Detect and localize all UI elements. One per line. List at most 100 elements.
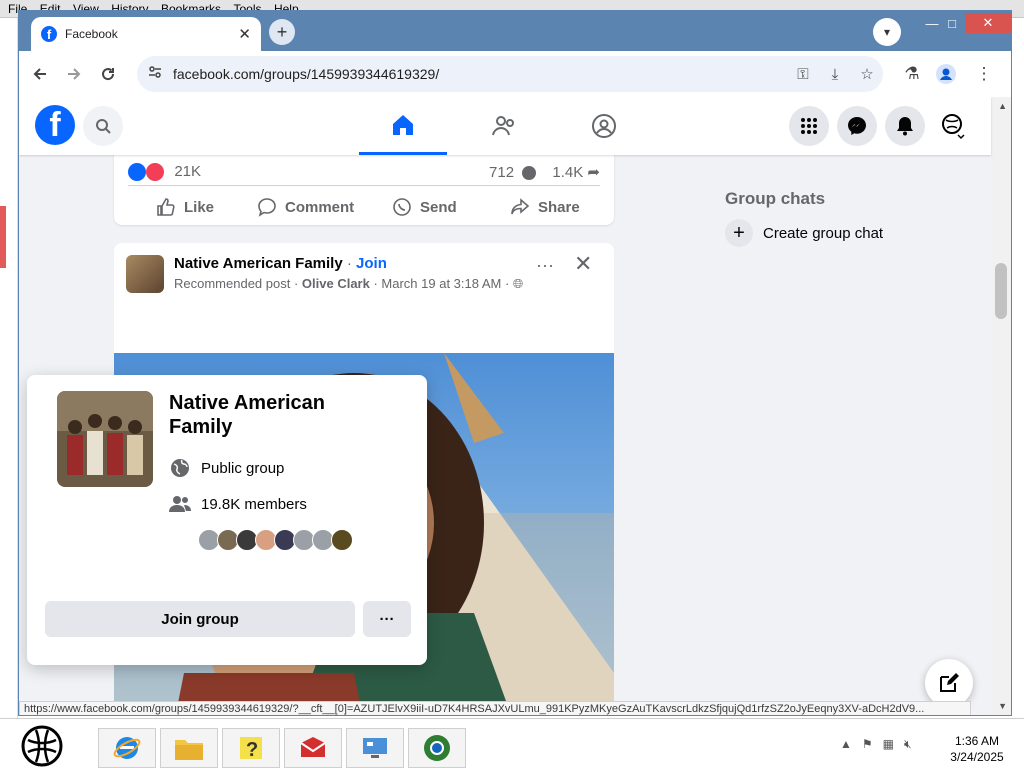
install-app-icon[interactable]: ⤓ xyxy=(819,66,851,83)
messenger-icon xyxy=(848,117,866,135)
notifications-button[interactable] xyxy=(885,106,925,146)
chrome-icon xyxy=(424,735,450,761)
send-button[interactable]: Send xyxy=(392,193,457,221)
members-row: 19.8K members xyxy=(169,493,307,515)
facebook-header: f xyxy=(19,97,991,155)
globe-icon xyxy=(169,457,191,479)
post-options-button[interactable]: ··· xyxy=(536,255,554,276)
globe-icon: 🌐︎ xyxy=(512,276,524,291)
join-link[interactable]: Join xyxy=(356,255,387,272)
post-subtitle: Recommended post · Olive Clark · March 1… xyxy=(174,276,524,291)
tab-search-button[interactable]: ▾ xyxy=(873,18,901,46)
taskbar-internet-explorer[interactable] xyxy=(98,728,156,768)
tab-strip: f Facebook ✕ + ▾ — □ ✕ xyxy=(19,11,1011,51)
nav-friends-tab[interactable] xyxy=(460,97,548,155)
group-chats-heading: Group chats xyxy=(725,189,826,208)
folder-icon xyxy=(175,740,203,760)
messenger-button[interactable] xyxy=(837,106,877,146)
taskbar-chrome[interactable] xyxy=(408,728,466,768)
bell-icon xyxy=(897,117,913,136)
create-group-chat-button[interactable]: + Create group chat xyxy=(725,219,883,247)
password-key-icon[interactable]: ⚿ xyxy=(787,66,819,83)
start-button-icon[interactable] xyxy=(20,724,64,768)
reload-button[interactable] xyxy=(91,57,125,91)
join-group-button[interactable]: Join group xyxy=(45,601,355,637)
hide-post-close-icon[interactable]: ✕ xyxy=(574,251,592,277)
compose-icon xyxy=(940,673,959,692)
group-hover-card: Native American Family Public group 19.8… xyxy=(27,375,427,665)
tab-facebook[interactable]: f Facebook ✕ xyxy=(31,17,261,51)
network-icon[interactable]: ▦ xyxy=(883,737,894,752)
new-message-button[interactable] xyxy=(925,659,973,707)
address-bar[interactable]: facebook.com/groups/1459939344619329/ ⚿ … xyxy=(137,56,883,92)
like-reaction-icon xyxy=(128,163,146,182)
tab-title: Facebook xyxy=(65,27,118,41)
window-close-button[interactable]: ✕ xyxy=(965,13,1011,33)
url-text[interactable]: facebook.com/groups/1459939344619329/ xyxy=(173,66,787,82)
taskbar-file-explorer[interactable] xyxy=(160,728,218,768)
flag-icon[interactable]: ⚑ xyxy=(862,737,873,752)
maximize-button[interactable]: □ xyxy=(937,13,967,33)
nav-groups-tab[interactable] xyxy=(560,97,648,155)
menu-grid-button[interactable] xyxy=(789,106,829,146)
plus-icon: + xyxy=(725,219,753,247)
volume-muted-icon[interactable]: 🔇︎ xyxy=(904,737,912,752)
new-tab-button[interactable]: + xyxy=(269,19,295,45)
taskbar-help[interactable]: ? xyxy=(222,728,280,768)
divider xyxy=(128,185,600,186)
whatsapp-send-icon xyxy=(393,198,411,216)
more-options-button[interactable]: ··· xyxy=(363,601,411,637)
post-stats: 21K 712 1.4K ➦ xyxy=(128,163,600,182)
share-icon xyxy=(511,198,530,215)
member-avatars xyxy=(198,529,353,551)
nav-home-tab[interactable] xyxy=(359,97,447,155)
facebook-page: f 21K 712 1.4K ➦ Like Comment Send Share… xyxy=(19,97,1011,715)
search-icon[interactable] xyxy=(83,106,123,146)
love-reaction-icon xyxy=(146,163,165,182)
separator-dot: · xyxy=(346,255,352,272)
help-icon: ? xyxy=(240,737,262,761)
red-app-icon xyxy=(300,737,326,757)
group-name-link[interactable]: Native American Family xyxy=(174,255,343,272)
site-info-icon[interactable] xyxy=(147,64,163,85)
home-icon xyxy=(393,114,413,135)
background-window-edge xyxy=(0,18,18,720)
share-arrow-icon: ➦ xyxy=(587,164,600,181)
author-link[interactable]: Olive Clark xyxy=(302,276,370,291)
share-button[interactable]: Share xyxy=(510,193,580,221)
taskbar-app-red[interactable] xyxy=(284,728,342,768)
taskbar: ? ▲ ⚑ ▦ 🔇︎ 1:36 AM 3/24/2025 xyxy=(0,718,1024,768)
taskbar-control-panel[interactable] xyxy=(346,728,404,768)
group-avatar[interactable] xyxy=(126,255,164,293)
labs-flask-icon[interactable]: ⚗ xyxy=(895,57,929,91)
account-avatar[interactable] xyxy=(933,106,973,146)
forward-button[interactable] xyxy=(57,57,91,91)
privacy-row: Public group xyxy=(169,457,284,479)
group-cover-photo[interactable] xyxy=(57,391,153,487)
member-avatar[interactable] xyxy=(331,529,353,551)
browser-window: f Facebook ✕ + ▾ — □ ✕ facebook.com/grou… xyxy=(18,10,1012,716)
svg-text:?: ? xyxy=(246,739,258,761)
show-hidden-icons-icon[interactable]: ▲ xyxy=(840,737,852,752)
share-count[interactable]: 1.4K xyxy=(552,164,583,181)
back-button[interactable] xyxy=(23,57,57,91)
clock[interactable]: 1:36 AM 3/24/2025 xyxy=(942,733,1012,765)
hover-card-title[interactable]: Native American Family xyxy=(169,391,379,439)
page-scrollbar[interactable]: ▲ ▼ xyxy=(991,97,1011,715)
grid-icon xyxy=(801,118,817,134)
close-tab-icon[interactable]: ✕ xyxy=(238,25,251,43)
scrollbar-thumb[interactable] xyxy=(995,263,1007,319)
facebook-logo-icon[interactable]: f xyxy=(35,105,75,145)
scroll-up-arrow-icon[interactable]: ▲ xyxy=(998,101,1007,111)
comment-button[interactable]: Comment xyxy=(257,193,354,221)
like-icon xyxy=(157,198,175,216)
post-date-link[interactable]: March 19 at 3:18 AM xyxy=(381,276,501,291)
reaction-count[interactable]: 21K xyxy=(174,163,201,180)
profile-icon[interactable] xyxy=(929,57,963,91)
bookmark-star-icon[interactable]: ☆ xyxy=(851,65,883,83)
scroll-down-arrow-icon[interactable]: ▼ xyxy=(998,701,1007,711)
comment-count[interactable]: 712 xyxy=(489,164,514,181)
recommended-label: Recommended post xyxy=(174,276,291,291)
like-button[interactable]: Like xyxy=(156,193,214,221)
browser-menu-icon[interactable]: ⋮ xyxy=(967,57,1001,91)
